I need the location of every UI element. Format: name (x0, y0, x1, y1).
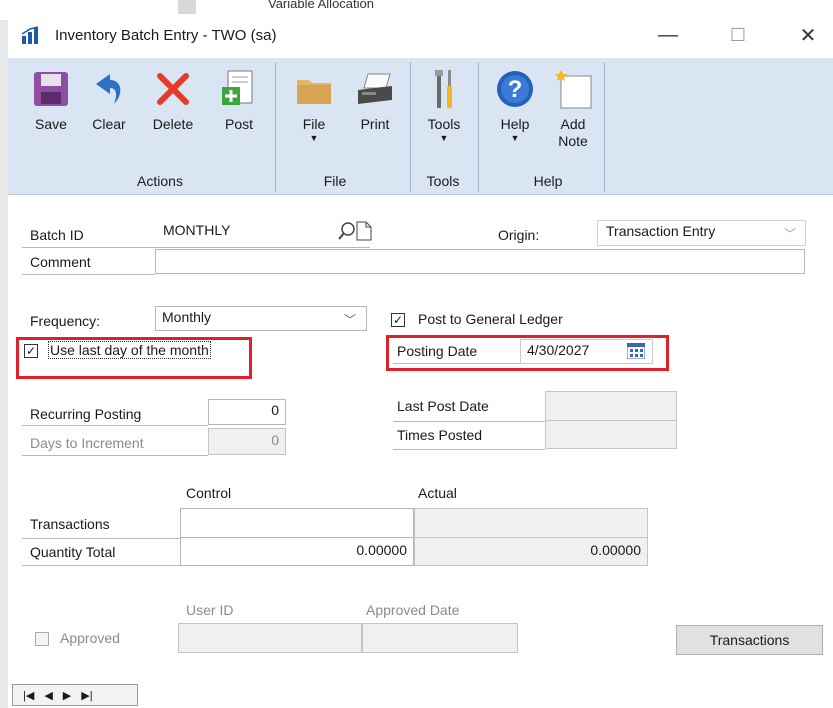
file-menu-button[interactable]: File ▼ (287, 64, 341, 143)
tools-menu-button[interactable]: Tools ▼ (417, 64, 471, 143)
app-icon (20, 26, 40, 46)
ribbon-group-label-actions: Actions (137, 173, 183, 189)
save-button[interactable]: Save (24, 64, 78, 133)
use-last-day-label: Use last day of the month (48, 341, 211, 359)
post-to-gl-checkbox[interactable]: ✓ (391, 313, 405, 327)
approved-label: Approved (60, 630, 120, 646)
post-button[interactable]: Post (212, 64, 266, 133)
print-button[interactable]: Print (348, 64, 402, 133)
recurring-posting-input[interactable]: 0 (208, 399, 286, 425)
divider (393, 363, 520, 364)
posting-date-value: 4/30/2027 (527, 342, 590, 358)
divider (22, 565, 180, 566)
divider (22, 455, 208, 456)
divider (393, 449, 545, 450)
background-window-title: Variable Allocation (268, 0, 374, 11)
approved-date-field (362, 623, 518, 653)
printer-icon (353, 64, 397, 114)
post-to-gl-label: Post to General Ledger (418, 311, 563, 327)
quantity-total-actual-field: 0.00000 (414, 537, 648, 566)
ribbon-group-separator (604, 62, 605, 192)
divider (393, 421, 545, 422)
checkmark-icon: ✓ (25, 344, 37, 358)
comment-label: Comment (30, 254, 91, 270)
user-id-column-header: User ID (186, 602, 234, 618)
batch-id-field[interactable]: MONTHLY (155, 220, 338, 244)
last-post-date-field (545, 391, 677, 421)
divider (22, 247, 370, 248)
transactions-button[interactable]: Transactions (676, 625, 823, 655)
calendar-icon[interactable] (626, 342, 646, 362)
undo-icon (87, 64, 131, 114)
previous-record-icon[interactable]: ◀ (44, 689, 52, 702)
chevron-down-icon: ﹀ (784, 227, 797, 241)
ribbon-group-label-file: File (323, 173, 347, 189)
ribbon-group-label-tools: Tools (426, 173, 460, 189)
minimize-button[interactable]: — (645, 20, 691, 50)
origin-dropdown[interactable]: Transaction Entry (597, 220, 806, 246)
recurring-posting-label: Recurring Posting (30, 406, 142, 422)
posting-date-label: Posting Date (397, 343, 478, 359)
chevron-down-icon: ▼ (439, 133, 449, 143)
help-icon: ? (493, 64, 537, 114)
approved-date-column-header: Approved Date (366, 602, 460, 618)
frequency-dropdown[interactable]: Monthly (155, 306, 367, 331)
checkmark-icon: ✓ (392, 313, 404, 327)
lookup-icon[interactable] (337, 221, 357, 244)
origin-value: Transaction Entry (606, 223, 716, 239)
ribbon-group-separator (410, 62, 411, 192)
transactions-actual-field (414, 508, 648, 539)
post-document-icon (217, 64, 261, 114)
divider (22, 425, 208, 426)
help-menu-button[interactable]: ? Help ▼ (488, 64, 542, 143)
ribbon-group-separator (275, 62, 276, 192)
background-element (178, 0, 196, 14)
window-title: Inventory Batch Entry - TWO (sa) (55, 27, 277, 44)
quantity-total-label: Quantity Total (30, 544, 116, 560)
control-column-header: Control (186, 485, 232, 501)
batch-id-label: Batch ID (30, 227, 84, 243)
ribbon-group-label-help: Help (533, 173, 563, 189)
next-record-icon[interactable]: ▶ (63, 689, 71, 702)
use-last-day-checkbox[interactable]: ✓ (24, 344, 38, 358)
times-posted-label: Times Posted (397, 427, 483, 443)
chevron-down-icon: ﹀ (344, 313, 357, 327)
folder-icon (292, 64, 336, 114)
add-note-button[interactable]: Add Note (546, 64, 600, 150)
last-record-icon[interactable]: ▶| (81, 689, 92, 702)
divider (22, 274, 155, 275)
save-icon (29, 64, 73, 114)
clear-button[interactable]: Clear (82, 64, 136, 133)
divider (22, 538, 180, 539)
comment-input[interactable] (155, 249, 805, 274)
actual-column-header: Actual (418, 485, 457, 501)
new-document-icon[interactable] (356, 221, 372, 244)
transactions-label: Transactions (30, 516, 110, 532)
user-id-field (178, 623, 362, 653)
record-navigation: |◀ ◀ ▶ ▶| (12, 684, 138, 706)
close-button[interactable]: ✕ (785, 20, 831, 50)
quantity-total-control-input[interactable]: 0.00000 (180, 537, 414, 566)
delete-x-icon (151, 64, 195, 114)
days-to-increment-field: 0 (208, 428, 286, 455)
approved-checkbox (35, 632, 49, 646)
background-left-edge (0, 20, 8, 708)
days-to-increment-label: Days to Increment (30, 435, 144, 451)
delete-button[interactable]: Delete (146, 64, 200, 133)
frequency-label: Frequency: (30, 313, 101, 329)
origin-label: Origin: (498, 227, 540, 243)
ribbon-group-separator (478, 62, 479, 192)
transactions-control-input[interactable] (180, 508, 414, 539)
times-posted-field (545, 420, 677, 449)
maximize-button[interactable]: ☐ (715, 20, 761, 50)
note-icon (551, 64, 595, 114)
svg-text:?: ? (508, 76, 523, 103)
chevron-down-icon: ▼ (309, 133, 319, 143)
frequency-value: Monthly (162, 309, 212, 325)
tools-icon (422, 64, 466, 114)
chevron-down-icon: ▼ (510, 133, 520, 143)
last-post-date-label: Last Post Date (397, 398, 489, 414)
first-record-icon[interactable]: |◀ (23, 689, 34, 702)
